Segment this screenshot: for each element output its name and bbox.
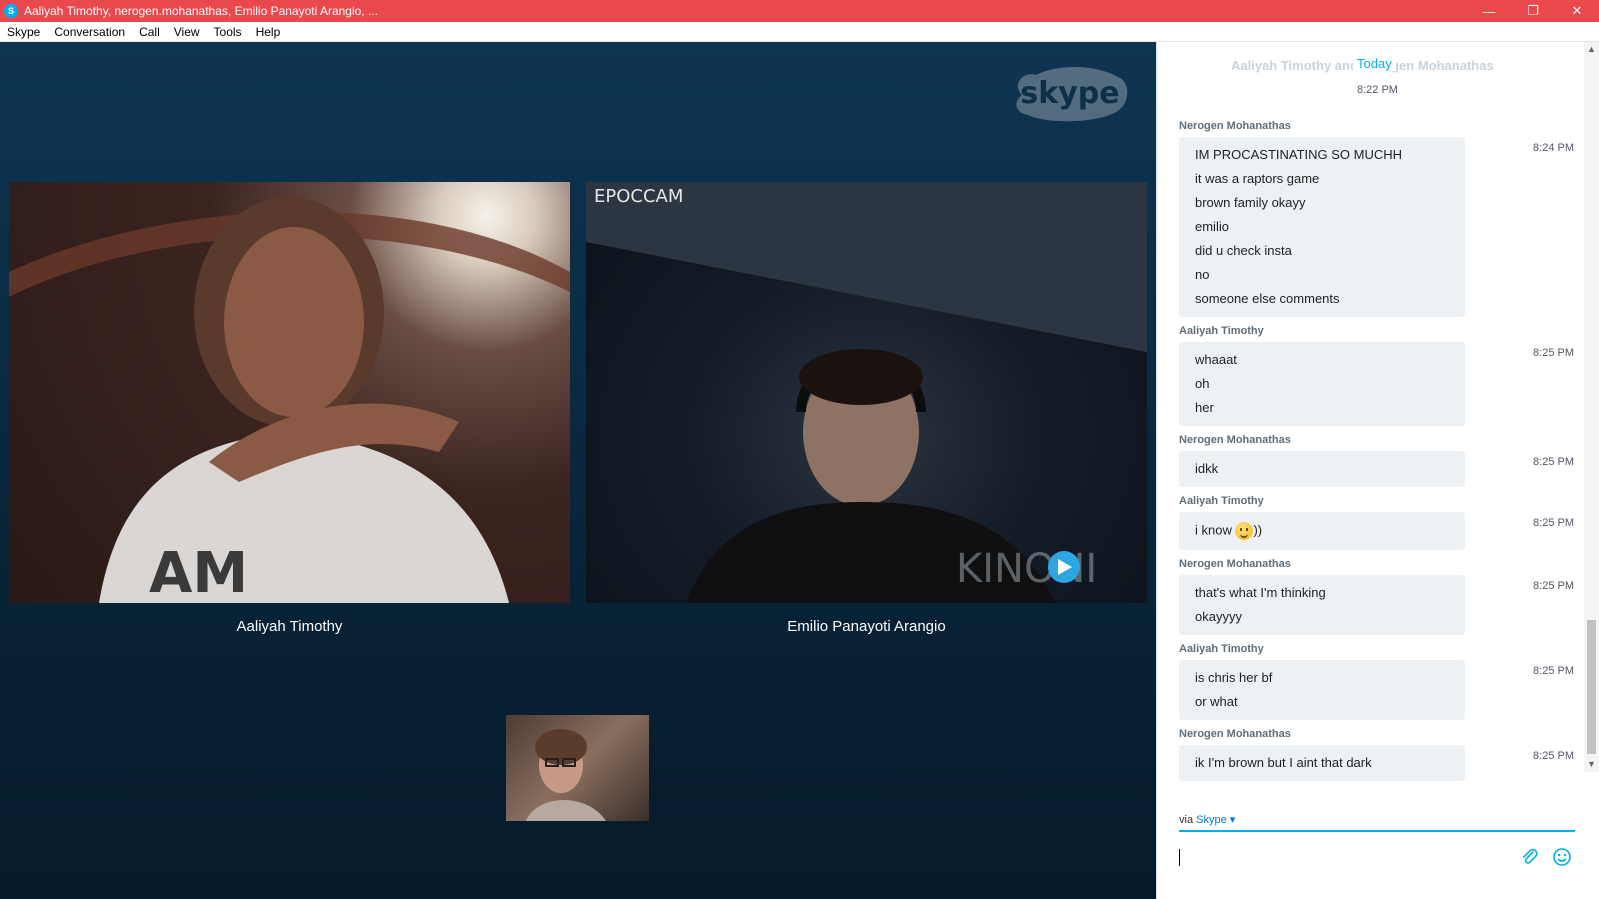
message-time: 8:25 PM <box>1533 580 1574 592</box>
participant-name-aaliyah: Aaliyah Timothy <box>236 618 343 635</box>
message-group: Aaliyah Timothy is chris her bf or what … <box>1179 643 1574 720</box>
chat-scrollbar[interactable]: ▲ ▼ <box>1584 42 1599 772</box>
title-bar: S Aaliyah Timothy, nerogen.mohanathas, E… <box>0 0 1599 22</box>
message-bubble[interactable]: whaaat oh her <box>1179 342 1465 426</box>
message-group: Nerogen Mohanathas that's what I'm think… <box>1179 558 1574 635</box>
menu-skype[interactable]: Skype <box>0 25 47 39</box>
svg-text:AM: AM <box>149 541 248 603</box>
window-title: Aaliyah Timothy, nerogen.mohanathas, Emi… <box>24 4 378 18</box>
menu-call[interactable]: Call <box>132 25 167 39</box>
message-text: whaaat <box>1195 352 1237 367</box>
message-text: i know <box>1195 522 1236 538</box>
scrollbar-thumb[interactable] <box>1587 620 1596 754</box>
via-skype-link[interactable]: Skype <box>1196 814 1227 826</box>
message-bubble[interactable]: that's what I'm thinking okayyyy <box>1179 575 1465 635</box>
message-time: 8:25 PM <box>1533 750 1574 762</box>
via-label: via <box>1179 814 1194 826</box>
skype-icon[interactable]: S <box>4 4 18 18</box>
message-text-with-emoji: i know )) <box>1195 518 1449 544</box>
close-button[interactable]: ✕ <box>1555 0 1599 22</box>
message-sender: Aaliyah Timothy <box>1179 495 1264 507</box>
restore-button[interactable]: ❐ <box>1511 0 1555 22</box>
message-bubble[interactable]: i know )) <box>1179 512 1465 550</box>
message-time: 8:25 PM <box>1533 665 1574 677</box>
message-bubble[interactable]: IM PROCASTINATING SO MUCHH it was a rapt… <box>1179 137 1465 317</box>
message-time: 8:25 PM <box>1533 517 1574 529</box>
message-sender: Nerogen Mohanathas <box>1179 434 1291 446</box>
compose-divider <box>1179 830 1575 832</box>
message-text: oh <box>1195 376 1210 391</box>
emoticon-icon[interactable] <box>1551 846 1573 868</box>
message-list: Nerogen Mohanathas IM PROCASTINATING SO … <box>1179 120 1574 789</box>
chevron-down-icon[interactable]: ▾ <box>1230 814 1236 826</box>
video-tile-emilio[interactable]: EPOCCAM KINONI <box>586 182 1147 603</box>
message-text: brown family okayy <box>1195 195 1306 210</box>
message-text: did u check insta <box>1195 243 1292 258</box>
chat-panel: Aaliyah Timothy and Nerogen Mohanathas T… <box>1156 42 1599 899</box>
message-text: her <box>1195 400 1214 415</box>
message-time: 8:25 PM <box>1533 456 1574 468</box>
menu-conversation[interactable]: Conversation <box>47 25 132 39</box>
scroll-up-icon[interactable]: ▲ <box>1584 42 1599 57</box>
message-time: 8:24 PM <box>1533 142 1574 154</box>
via-selector[interactable]: via Skype ▾ <box>1179 813 1235 826</box>
message-text: that's what I'm thinking <box>1195 585 1326 600</box>
skype-logo: skype <box>1016 66 1128 122</box>
message-bubble[interactable]: ik I'm brown but I aint that dark <box>1179 745 1465 781</box>
menu-view[interactable]: View <box>167 25 207 39</box>
menu-tools[interactable]: Tools <box>207 25 249 39</box>
message-sender: Nerogen Mohanathas <box>1179 728 1291 740</box>
message-sender: Nerogen Mohanathas <box>1179 120 1291 132</box>
message-text: someone else comments <box>1195 291 1340 306</box>
minimize-button[interactable]: — <box>1467 0 1511 22</box>
video-feed-aaliyah: AM <box>9 197 570 603</box>
message-group: Nerogen Mohanathas ik I'm brown but I ai… <box>1179 728 1574 781</box>
self-view-feed <box>526 729 606 821</box>
smile-emoticon-icon <box>1235 522 1254 540</box>
message-sender: Aaliyah Timothy <box>1179 325 1264 337</box>
video-tile-aaliyah[interactable]: AM <box>9 182 570 603</box>
message-text: okayyyy <box>1195 609 1242 624</box>
text-caret <box>1179 849 1180 866</box>
message-text: emilio <box>1195 219 1229 234</box>
menu-bar: Skype Conversation Call View Tools Help <box>0 22 1599 42</box>
message-bubble[interactable]: is chris her bf or what <box>1179 660 1465 720</box>
first-message-time: 8:22 PM <box>1357 84 1398 96</box>
message-text-suffix: )) <box>1253 522 1263 538</box>
message-text: ik I'm brown but I aint that dark <box>1195 755 1372 770</box>
video-feed-emilio: EPOCCAM KINONI <box>586 182 1147 603</box>
day-separator: Today <box>1353 56 1396 71</box>
message-text: is chris her bf <box>1195 670 1273 685</box>
message-text: idkk <box>1195 461 1219 476</box>
window-controls: — ❐ ✕ <box>1467 0 1599 22</box>
call-stage: skype AM Aaliyah Timothy EPOCCAM KINONI … <box>0 42 1156 899</box>
skype-logo-text: skype <box>1020 76 1119 111</box>
message-text: IM PROCASTINATING SO MUCHH <box>1195 147 1403 162</box>
message-text: no <box>1195 267 1210 282</box>
message-bubble[interactable]: idkk <box>1179 451 1465 487</box>
message-group: Aaliyah Timothy i know )) 8:25 PM <box>1179 495 1574 550</box>
paperclip-icon[interactable] <box>1519 846 1541 868</box>
participant-name-emilio: Emilio Panayoti Arangio <box>787 618 946 635</box>
message-text: it was a raptors game <box>1195 171 1320 186</box>
scroll-down-icon[interactable]: ▼ <box>1584 757 1599 772</box>
message-sender: Nerogen Mohanathas <box>1179 558 1291 570</box>
message-input[interactable] <box>1179 837 1575 877</box>
self-view-thumbnail[interactable] <box>506 715 649 821</box>
message-sender: Aaliyah Timothy <box>1179 643 1264 655</box>
menu-help[interactable]: Help <box>249 25 288 39</box>
message-group: Nerogen Mohanathas IM PROCASTINATING SO … <box>1179 120 1574 317</box>
message-group: Aaliyah Timothy whaaat oh her 8:25 PM <box>1179 325 1574 426</box>
message-group: Nerogen Mohanathas idkk 8:25 PM <box>1179 434 1574 487</box>
message-text: or what <box>1195 694 1238 709</box>
epoccam-overlay: EPOCCAM <box>594 186 683 207</box>
message-time: 8:25 PM <box>1533 347 1574 359</box>
